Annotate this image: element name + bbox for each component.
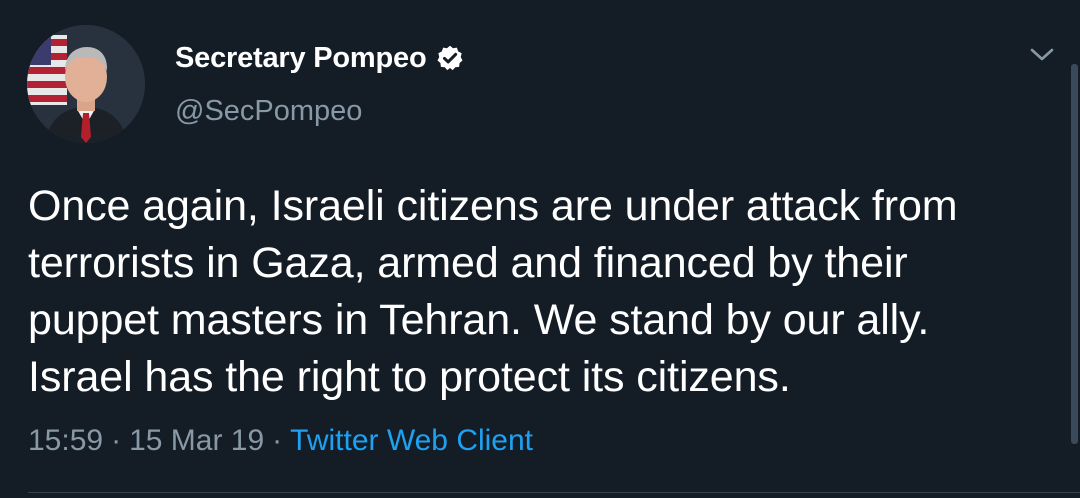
author-name-row[interactable]: Secretary Pompeo — [175, 38, 464, 78]
tweet-date[interactable]: 15 Mar 19 — [129, 424, 264, 457]
display-name[interactable]: Secretary Pompeo — [175, 42, 427, 75]
verified-badge-icon — [436, 44, 464, 72]
tweet-source-link[interactable]: Twitter Web Client — [290, 424, 533, 457]
avatar[interactable] — [27, 25, 145, 143]
tweet-meta: 15:59 · 15 Mar 19 · Twitter Web Client — [28, 424, 533, 458]
tweet-text-line: puppet masters in Tehran. We stand by ou… — [28, 296, 930, 344]
divider — [28, 492, 1080, 493]
meta-separator: · — [111, 424, 122, 457]
chevron-down-icon[interactable] — [1028, 40, 1056, 68]
tweet-card: Secretary Pompeo @SecPompeo Once again, … — [0, 0, 1080, 498]
tweet-text-line: Israel has the right to protect its citi… — [28, 353, 791, 401]
meta-separator: · — [272, 424, 283, 457]
tweet-text-line: Once again, Israeli citizens are under a… — [28, 182, 958, 230]
tweet-text-line: terrorists in Gaza, armed and financed b… — [28, 239, 908, 287]
tweet-time[interactable]: 15:59 — [28, 424, 103, 457]
tweet-text: Once again, Israeli citizens are under a… — [28, 178, 1058, 406]
scrollbar[interactable] — [1071, 64, 1078, 444]
author-handle[interactable]: @SecPompeo — [175, 95, 362, 128]
